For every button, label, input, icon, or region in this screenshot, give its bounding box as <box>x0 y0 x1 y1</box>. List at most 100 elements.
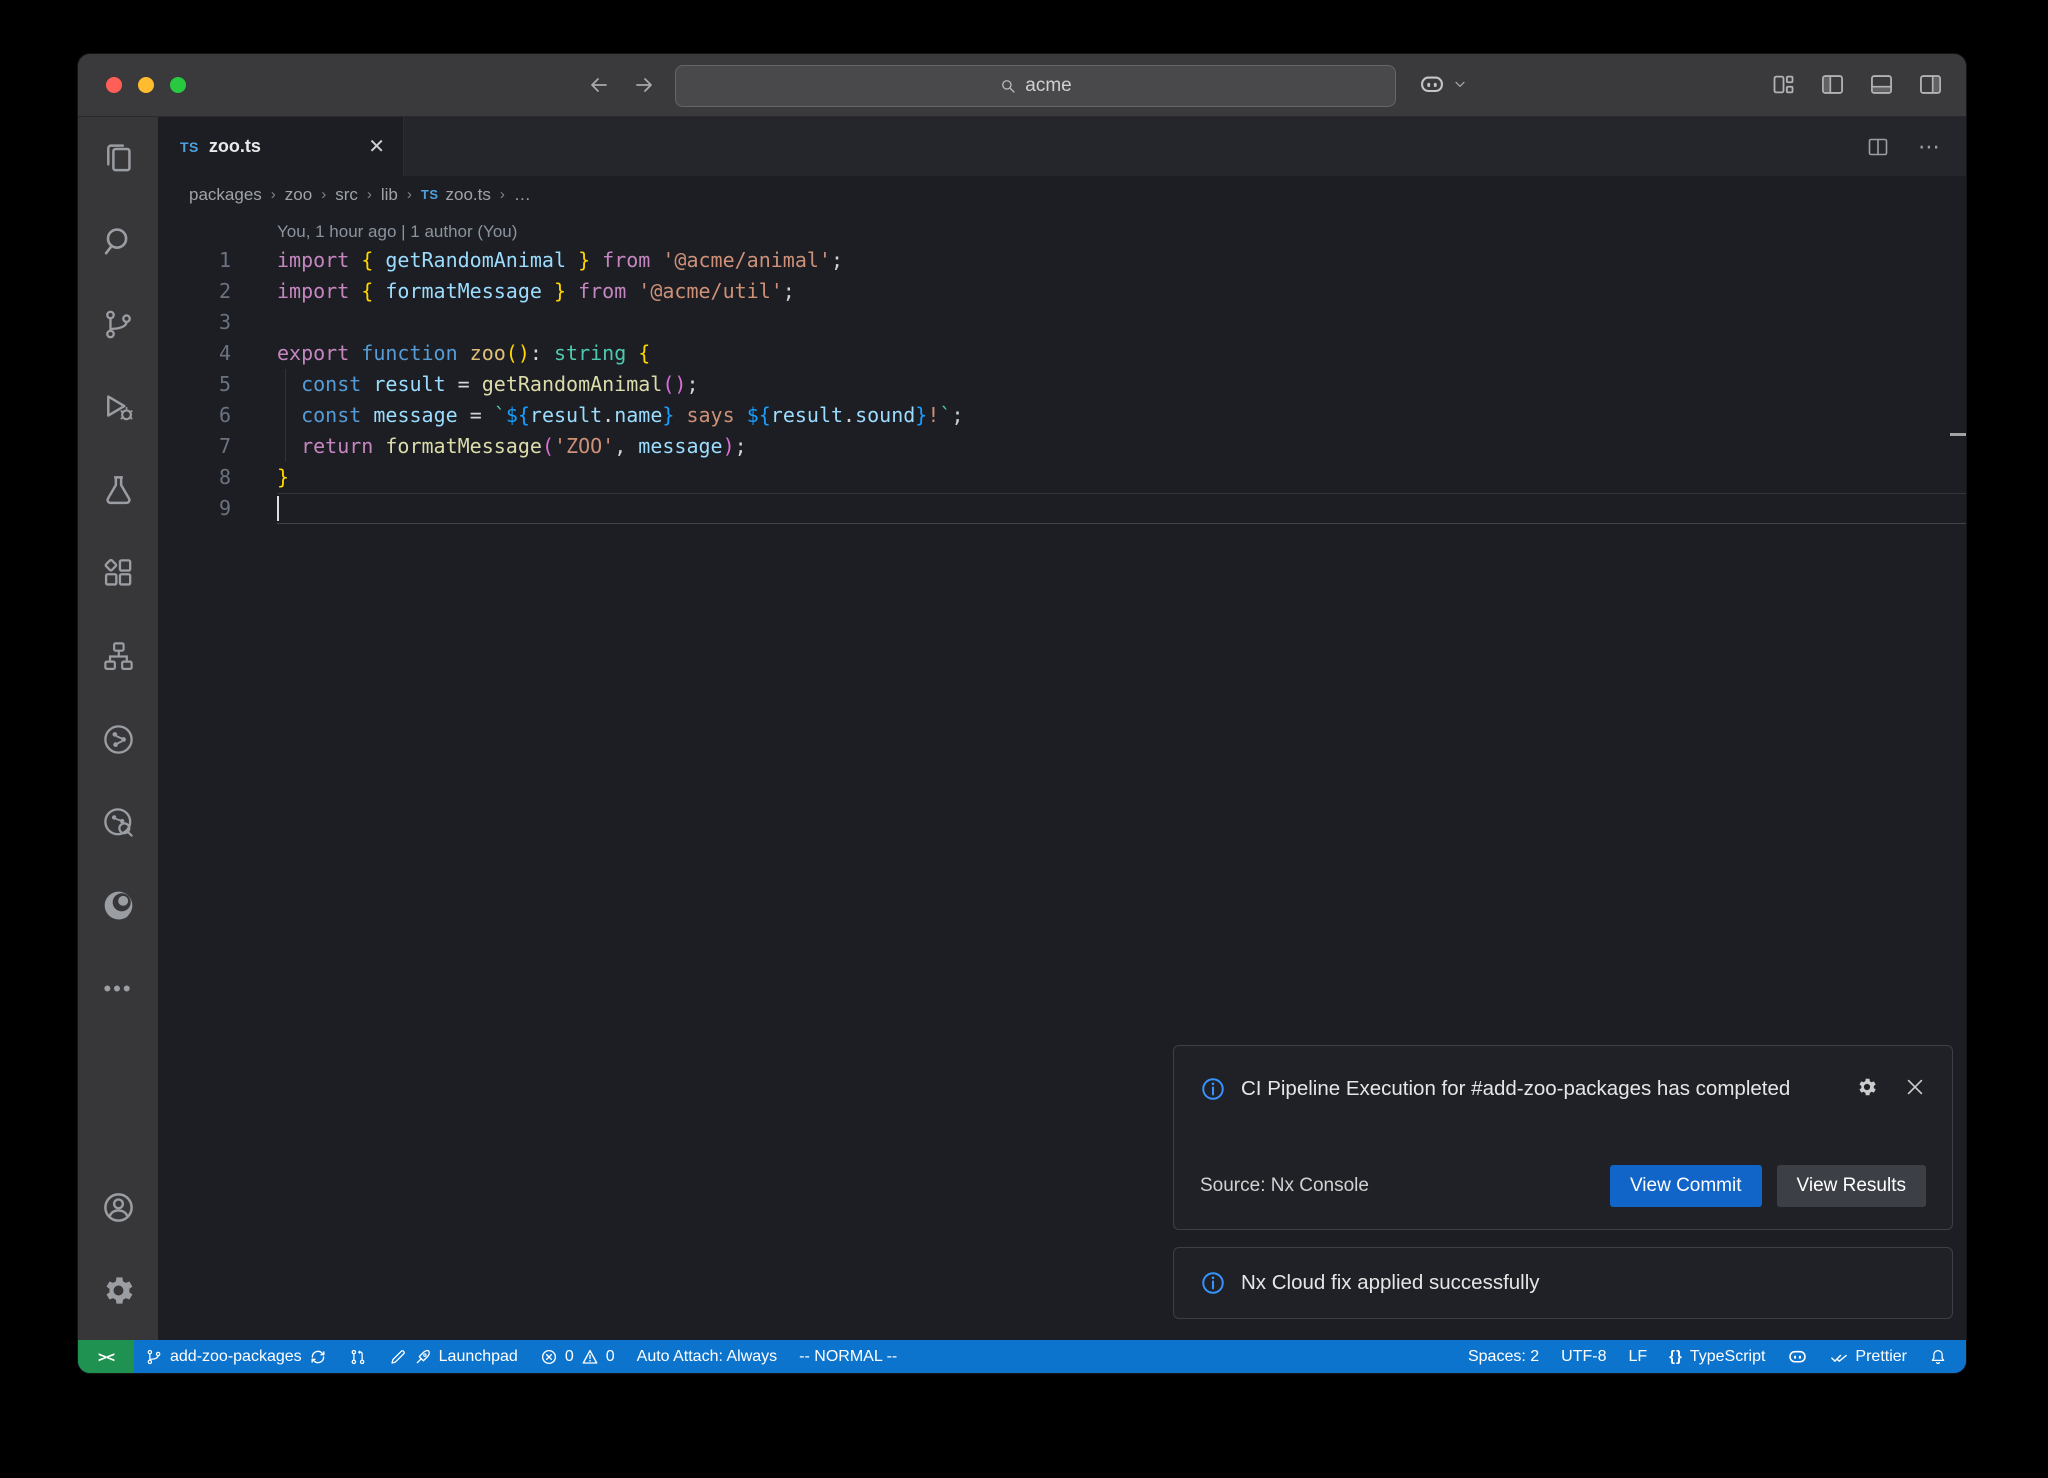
sidebar-item-nx-console[interactable] <box>78 698 158 781</box>
nav-forward-button[interactable] <box>628 69 660 101</box>
toggle-panel-icon[interactable] <box>1868 71 1895 98</box>
indentation-status-item[interactable]: Spaces: 2 <box>1457 1340 1550 1373</box>
breadcrumb-item-src[interactable]: src <box>335 185 358 205</box>
split-editor-icon[interactable] <box>1866 135 1890 159</box>
toggle-secondary-sidebar-icon[interactable] <box>1917 71 1944 98</box>
line-number[interactable]: 7 <box>158 431 231 462</box>
customize-layout-icon[interactable] <box>1770 71 1797 98</box>
indent-guide <box>285 369 286 462</box>
code-line[interactable]: 4export function zoo(): string { <box>158 338 1966 369</box>
breadcrumb-item-zoo[interactable]: zoo <box>285 185 312 205</box>
line-number[interactable]: 9 <box>158 493 231 524</box>
notification-settings-gear-icon[interactable] <box>1856 1076 1878 1098</box>
overview-ruler-mark <box>1950 433 1966 436</box>
nx-cloud-icon <box>101 805 136 840</box>
warning-count: 0 <box>606 1348 615 1366</box>
line-number[interactable]: 6 <box>158 400 231 431</box>
auto-attach-status-item[interactable]: Auto Attach: Always <box>626 1340 789 1373</box>
text-cursor <box>277 496 279 521</box>
sidebar-item-search[interactable] <box>78 200 158 283</box>
activity-bar: ••• <box>78 117 158 1340</box>
prettier-status-item[interactable]: Prettier <box>1819 1340 1918 1373</box>
tab-zoo-ts[interactable]: TS zoo.ts ✕ <box>158 117 404 176</box>
pull-request-status-item[interactable] <box>338 1340 378 1373</box>
line-number[interactable]: 8 <box>158 462 231 493</box>
sidebar-item-source-control[interactable] <box>78 283 158 366</box>
status-bar: >< add-zoo-packages Launchpad 0 <box>78 1340 1966 1373</box>
copilot-menu-button[interactable] <box>1418 70 1468 98</box>
breadcrumb-separator: › <box>407 186 412 203</box>
breadcrumb-separator: › <box>271 186 276 203</box>
view-results-button[interactable]: View Results <box>1777 1165 1926 1207</box>
toggle-primary-sidebar-icon[interactable] <box>1819 71 1846 98</box>
account-icon <box>101 1190 136 1225</box>
code-line[interactable]: 5 const result = getRandomAnimal(); <box>158 369 1966 400</box>
sidebar-item-more[interactable]: ••• <box>78 947 158 1030</box>
line-content: } <box>231 462 289 493</box>
typescript-file-icon: TS <box>180 139 199 155</box>
sidebar-item-hierarchy[interactable] <box>78 615 158 698</box>
notifications-bell-item[interactable] <box>1918 1340 1958 1373</box>
chevron-down-icon <box>1452 76 1468 92</box>
breadcrumb-item-file[interactable]: TS zoo.ts <box>421 185 491 205</box>
close-window-button[interactable] <box>106 77 122 93</box>
line-number[interactable]: 5 <box>158 369 231 400</box>
code-line[interactable]: 6 const message = `${result.name} says $… <box>158 400 1966 431</box>
line-number[interactable]: 1 <box>158 245 231 276</box>
breadcrumb-item-symbol[interactable]: … <box>514 185 531 205</box>
notification-toasts: CI Pipeline Execution for #add-zoo-packa… <box>1173 1045 1953 1319</box>
line-content <box>231 307 277 338</box>
nav-back-button[interactable] <box>583 69 615 101</box>
line-content <box>231 493 277 524</box>
code-line[interactable]: 7 return formatMessage('ZOO', message); <box>158 431 1966 462</box>
code-line[interactable]: 9 <box>158 493 1966 524</box>
line-number[interactable]: 3 <box>158 307 231 338</box>
sidebar-item-explorer[interactable] <box>78 117 158 200</box>
code-line[interactable]: 3 <box>158 307 1966 338</box>
line-content: const result = getRandomAnimal(); <box>231 369 699 400</box>
settings-gear-icon <box>101 1273 136 1308</box>
view-commit-button[interactable]: View Commit <box>1610 1165 1762 1207</box>
git-blame-annotation: You, 1 hour ago | 1 author (You) <box>277 219 1966 245</box>
language-status-item[interactable]: {} TypeScript <box>1658 1340 1776 1373</box>
notification-close-icon[interactable] <box>1904 1076 1926 1098</box>
notification-message: CI Pipeline Execution for #add-zoo-packa… <box>1241 1070 1801 1108</box>
screen: acme <box>0 0 2048 1478</box>
sidebar-item-run-debug[interactable] <box>78 366 158 449</box>
problems-status-item[interactable]: 0 0 <box>529 1340 626 1373</box>
title-bar: acme <box>78 54 1966 117</box>
info-icon <box>1200 1076 1226 1102</box>
copilot-status-item[interactable] <box>1776 1340 1819 1373</box>
sidebar-item-extensions[interactable] <box>78 532 158 615</box>
bell-icon <box>1929 1348 1947 1366</box>
branch-status-item[interactable]: add-zoo-packages <box>134 1340 338 1373</box>
minimize-window-button[interactable] <box>138 77 154 93</box>
edge-browser-icon <box>101 888 136 923</box>
sidebar-item-accounts[interactable] <box>78 1166 158 1249</box>
sidebar-item-edge[interactable] <box>78 864 158 947</box>
code-line[interactable]: 1import { getRandomAnimal } from '@acme/… <box>158 245 1966 276</box>
testing-flask-icon <box>101 473 136 508</box>
sidebar-item-nx-cloud[interactable] <box>78 781 158 864</box>
launchpad-status-item[interactable]: Launchpad <box>378 1340 529 1373</box>
vim-mode-status-item[interactable]: -- NORMAL -- <box>788 1340 908 1373</box>
sidebar-item-settings[interactable] <box>78 1249 158 1332</box>
eol-status-item[interactable]: LF <box>1617 1340 1658 1373</box>
code-line[interactable]: 2import { formatMessage } from '@acme/ut… <box>158 276 1966 307</box>
line-number[interactable]: 4 <box>158 338 231 369</box>
braces-icon: {} <box>1669 1348 1683 1365</box>
notification-ci-pipeline: CI Pipeline Execution for #add-zoo-packa… <box>1173 1045 1953 1230</box>
encoding-status-item[interactable]: UTF-8 <box>1550 1340 1617 1373</box>
source-control-icon <box>145 1348 163 1366</box>
line-number[interactable]: 2 <box>158 276 231 307</box>
tab-close-icon[interactable]: ✕ <box>368 134 385 159</box>
tab-bar: TS zoo.ts ✕ ⋯ <box>158 117 1966 176</box>
command-center-search[interactable]: acme <box>675 65 1396 107</box>
breadcrumb-item-packages[interactable]: packages <box>189 185 262 205</box>
code-line[interactable]: 8} <box>158 462 1966 493</box>
line-content: import { formatMessage } from '@acme/uti… <box>231 276 795 307</box>
zoom-window-button[interactable] <box>170 77 186 93</box>
breadcrumb-item-lib[interactable]: lib <box>381 185 398 205</box>
remote-indicator[interactable]: >< <box>78 1340 134 1373</box>
sidebar-item-testing[interactable] <box>78 449 158 532</box>
